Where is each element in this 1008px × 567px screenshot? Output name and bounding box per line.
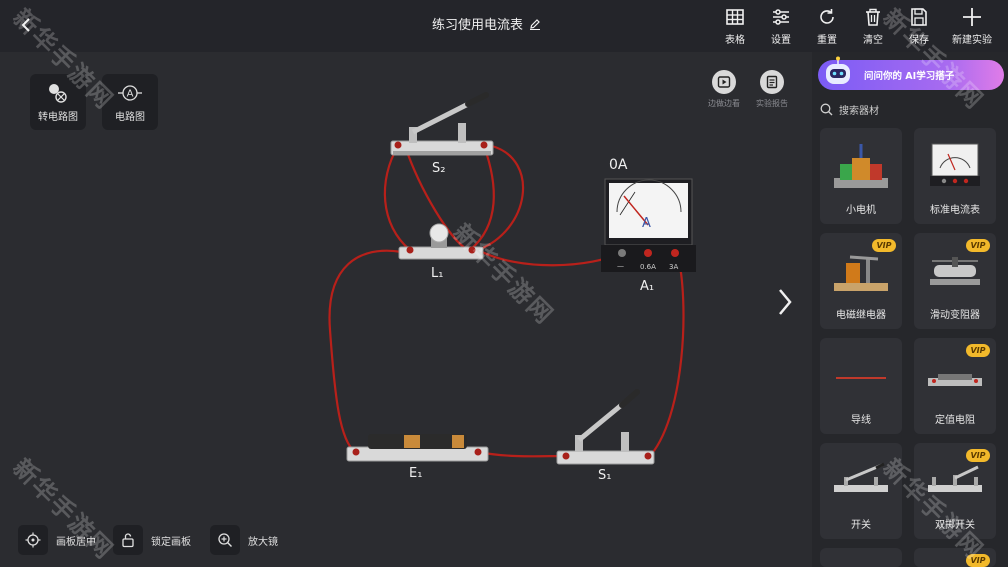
table-icon (726, 9, 744, 25)
lamp-l1-label: L₁ (431, 266, 444, 281)
switch-s2-label: S₂ (432, 161, 446, 176)
svg-text:A: A (127, 88, 134, 99)
equipment-name: 开关 (851, 520, 871, 531)
zoom-in-icon (218, 533, 232, 547)
ammeter-terminal-negative: — (617, 262, 624, 270)
toolbar: 表格 设置 重置 清空 保存 新建实验 (712, 6, 1002, 46)
ammeter-reading: 0A (609, 157, 628, 173)
ammeter-terminal-0-6a: 0.6A (640, 263, 656, 271)
table-button[interactable]: 表格 (712, 6, 758, 46)
edit-pencil-icon[interactable] (529, 18, 541, 30)
equipment-item-wire[interactable]: 导线 (820, 338, 902, 434)
target-icon (25, 532, 41, 548)
settings-button[interactable]: 设置 (758, 6, 804, 46)
schematic-label: 电路图 (115, 111, 145, 123)
convert-circuit-icon (49, 83, 67, 103)
equipment-name: 定值电阻 (935, 415, 975, 426)
vip-badge: VIP (872, 239, 896, 252)
table-label: 表格 (725, 35, 745, 46)
equipment-item-motor[interactable]: 小电机 (820, 128, 902, 224)
equipment-name: 小电机 (846, 205, 876, 216)
equipment-name: 滑动变阻器 (930, 310, 980, 321)
settings-label: 设置 (771, 35, 791, 46)
circuit-canvas[interactable]: 转电路图 A 电路图 边做边看 实验报告 S₂ L₁ 0A A₁ A — 0.6… (0, 52, 812, 567)
lab-report-label: 实验报告 (756, 99, 788, 108)
equipment-search[interactable]: 搜索器材 (820, 102, 879, 117)
battery-e1-label: E₁ (409, 466, 423, 481)
equipment-item-rheostat[interactable]: VIP 滑动变阻器 (914, 233, 996, 329)
ammeter-unit: A (642, 216, 651, 231)
search-placeholder: 搜索器材 (839, 106, 879, 117)
plus-icon (963, 8, 981, 26)
wire-s2-left-to-l1[interactable] (383, 144, 412, 252)
equipment-item-switch[interactable]: 开关 (820, 443, 902, 539)
equipment-name: 电磁继电器 (836, 310, 886, 321)
wire-l1-to-battery[interactable] (328, 249, 404, 454)
play-icon (717, 76, 731, 88)
wire-battery-to-s1[interactable] (476, 450, 567, 458)
search-icon (820, 103, 833, 116)
reset-icon (820, 9, 834, 24)
new-experiment-label: 新建实验 (952, 35, 992, 46)
report-icon (766, 75, 778, 89)
reset-button[interactable]: 重置 (804, 6, 850, 46)
settings-sliders-icon (773, 9, 789, 25)
page-title: 练习使用电流表 (432, 18, 524, 33)
reset-label: 重置 (817, 35, 837, 46)
ammeter-a1-label: A₁ (640, 279, 655, 294)
experiment-title[interactable]: 练习使用电流表 (432, 14, 541, 33)
motor-icon (834, 144, 888, 188)
equipment-item-fixed-resistor[interactable]: VIP 定值电阻 (914, 338, 996, 434)
equipment-item-relay[interactable]: VIP 电磁继电器 (820, 233, 902, 329)
magnifier-button[interactable]: 放大镜 (210, 525, 278, 555)
ammeter-icon (930, 143, 980, 186)
new-experiment-button[interactable]: 新建实验 (942, 6, 1002, 46)
equipment-item-partial[interactable] (820, 548, 902, 567)
vip-badge: VIP (966, 344, 990, 357)
convert-to-schematic-label: 转电路图 (38, 111, 78, 123)
equipment-name: 标准电流表 (930, 205, 980, 216)
top-bar: 练习使用电流表 表格 设置 重置 清空 保存 新建实验 (0, 0, 1008, 52)
battery-e1[interactable] (346, 434, 489, 462)
wire-icon (836, 377, 886, 379)
lab-report-button[interactable]: 实验报告 (756, 70, 788, 109)
ammeter-terminal-3a: 3A (669, 263, 679, 271)
vip-badge: VIP (966, 449, 990, 462)
switch-s2[interactable] (390, 92, 494, 156)
watch-while-doing-label: 边做边看 (708, 99, 740, 108)
watch-while-doing-button[interactable]: 边做边看 (708, 70, 740, 109)
magnifier-label: 放大镜 (248, 536, 278, 548)
lock-canvas-button[interactable]: 锁定画板 (113, 525, 191, 555)
equipment-item-standard-ammeter[interactable]: 标准电流表 (914, 128, 996, 224)
switch-s1[interactable] (556, 389, 655, 465)
robot-mascot-icon (826, 56, 850, 84)
switch-s1-label: S₁ (598, 468, 612, 483)
switch-icon (834, 462, 888, 492)
lock-canvas-label: 锁定画板 (151, 536, 191, 548)
equipment-name: 导线 (851, 415, 871, 426)
vip-badge: VIP (966, 239, 990, 252)
clear-label: 清空 (863, 35, 883, 46)
chevron-right-icon[interactable] (778, 288, 792, 316)
